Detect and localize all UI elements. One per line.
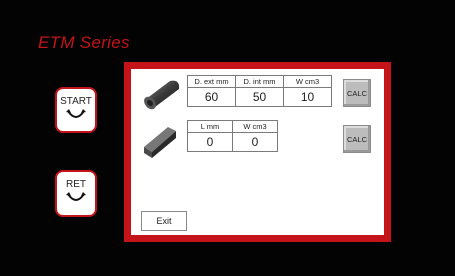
calc-panel: D. ext mm D. int mm W cm3 60 50 10 CALC (131, 69, 384, 235)
bar-weight-header: W cm3 (232, 120, 278, 133)
weight-header: W cm3 (283, 75, 332, 88)
square-bar-icon (144, 127, 176, 158)
tube-calc-button[interactable]: CALC (343, 79, 371, 107)
machine-screen: ETM Series START RET D. ext mm D. int mm… (0, 0, 455, 276)
ext-diameter-header: D. ext mm (187, 75, 236, 88)
ret-button-label: RET (66, 179, 86, 190)
bar-calc-button[interactable]: CALC (343, 125, 371, 153)
exit-button[interactable]: Exit (141, 211, 187, 231)
calc-panel-frame: D. ext mm D. int mm W cm3 60 50 10 CALC (124, 62, 391, 242)
ext-diameter-field[interactable]: 60 (187, 87, 236, 107)
start-button[interactable]: START (55, 87, 97, 133)
weight-field[interactable]: 10 (283, 87, 332, 107)
length-field[interactable]: 0 (187, 132, 233, 152)
int-diameter-field[interactable]: 50 (235, 87, 284, 107)
curved-arrow-down-icon (66, 109, 86, 118)
curved-arrow-down-icon (66, 192, 86, 201)
cylinder-icon (144, 80, 180, 110)
ret-button[interactable]: RET (55, 170, 97, 217)
app-title: ETM Series (38, 33, 130, 52)
bar-params-table: L mm W cm3 0 0 (187, 120, 278, 152)
tube-params-table: D. ext mm D. int mm W cm3 60 50 10 (187, 75, 332, 107)
length-header: L mm (187, 120, 233, 133)
bar-weight-field[interactable]: 0 (232, 132, 278, 152)
int-diameter-header: D. int mm (235, 75, 284, 88)
start-button-label: START (60, 96, 92, 107)
